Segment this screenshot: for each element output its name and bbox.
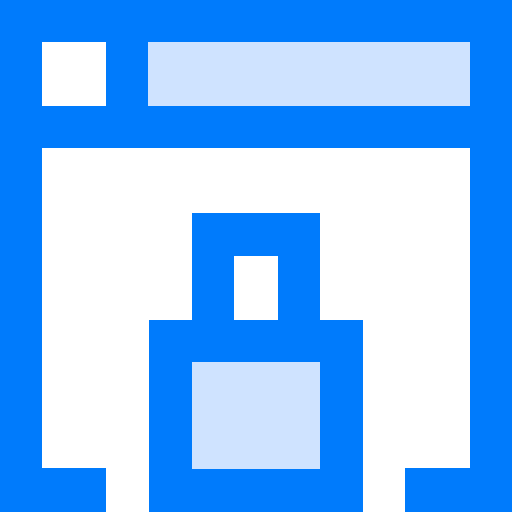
address-bar <box>148 42 470 106</box>
window-frame-top <box>0 0 512 42</box>
window-frame-left <box>0 0 42 468</box>
window-frame-right <box>470 0 512 468</box>
window-header-separator <box>106 0 148 148</box>
secure-browser-window-icon <box>0 0 512 512</box>
lock-body-fill <box>192 362 320 469</box>
window-frame-bottom-left <box>0 468 106 512</box>
lock-shackle-hole <box>234 256 278 320</box>
window-frame-bottom-right <box>405 468 512 512</box>
window-control-square-icon <box>42 42 106 106</box>
window-header-divider <box>0 106 512 148</box>
